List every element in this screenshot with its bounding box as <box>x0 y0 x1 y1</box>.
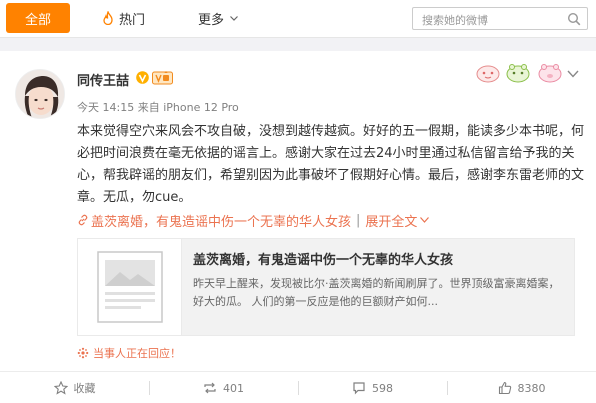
flame-icon <box>103 11 113 25</box>
comment-count: 598 <box>372 381 393 395</box>
spark-icon <box>77 347 89 359</box>
chevron-down-icon[interactable] <box>420 217 430 223</box>
like-count: 8380 <box>517 381 546 395</box>
topic-link[interactable]: 盖茨离婚，有鬼造谣中伤一个无辜的华人女孩 <box>91 211 351 230</box>
tab-all[interactable]: 全部 <box>6 3 70 33</box>
article-link-card[interactable]: 盖茨离婚，有鬼造谣中伤一个无辜的华人女孩 昨天早上醒来，发现被比尔·盖茨离婚的新… <box>77 238 575 336</box>
comment-icon <box>353 382 365 395</box>
responding-text: 当事人正在回应！ <box>93 347 181 360</box>
filter-bar: 全部 热门 更多 搜索她的微博 <box>0 0 596 38</box>
tab-more[interactable]: 更多 <box>198 3 238 33</box>
chevron-down-icon <box>230 15 238 21</box>
emoji-stickers-icon <box>476 64 562 83</box>
star-icon <box>53 381 68 395</box>
author-name[interactable]: 同传王喆 <box>77 70 129 89</box>
avatar[interactable] <box>15 69 65 119</box>
topic-link-line: 盖茨离婚，有鬼造谣中伤一个无辜的华人女孩 | 展开全文 <box>77 210 430 230</box>
post-text: 本来觉得空穴来风会不攻自破，没想到越传越疯。好好的五一假期，能读多少本书呢，何必… <box>77 124 585 205</box>
article-thumbnail <box>78 239 182 335</box>
repost-icon <box>204 382 216 394</box>
article-document-icon <box>97 251 163 323</box>
vip-member-icon[interactable] <box>152 70 173 85</box>
verified-v-icon <box>136 71 149 84</box>
favorite-button[interactable]: 收藏 <box>0 372 149 403</box>
tab-hot[interactable]: 热门 <box>102 3 145 33</box>
avatar-image <box>16 70 64 118</box>
article-description: 昨天早上醒来，发现被比尔·盖茨离婚的新闻刷屏了。世界顶级富豪离婚案，好大的瓜。 … <box>193 277 560 308</box>
responding-tag[interactable]: 当事人正在回应！ <box>77 345 181 361</box>
comment-button[interactable]: 598 <box>298 372 447 403</box>
repost-count: 401 <box>223 381 244 395</box>
thumbs-up-icon <box>498 381 511 395</box>
separator: | <box>356 212 361 228</box>
expand-full-text-link[interactable]: 展开全文 <box>365 211 417 230</box>
favorite-label: 收藏 <box>73 382 96 395</box>
link-icon <box>78 214 88 226</box>
post-source[interactable]: iPhone 12 Pro <box>163 101 239 114</box>
search-input[interactable]: 搜索她的微博 <box>412 7 588 30</box>
post-meta: 今天 14:15 来自 iPhone 12 Pro <box>77 99 239 115</box>
tab-more-label: 更多 <box>198 12 225 28</box>
post-time[interactable]: 今天 14:15 <box>77 101 134 114</box>
action-bar: 收藏 401 598 8380 <box>0 371 596 403</box>
post-menu-chevron-icon[interactable] <box>567 70 579 78</box>
repost-button[interactable]: 401 <box>149 372 298 403</box>
tab-hot-label: 热门 <box>119 12 146 28</box>
search-icon[interactable] <box>567 12 581 26</box>
source-prefix: 来自 <box>137 101 160 114</box>
like-button[interactable]: 8380 <box>447 372 596 403</box>
article-title[interactable]: 盖茨离婚，有鬼造谣中伤一个无辜的华人女孩 <box>193 249 453 268</box>
search-placeholder: 搜索她的微博 <box>422 14 488 27</box>
